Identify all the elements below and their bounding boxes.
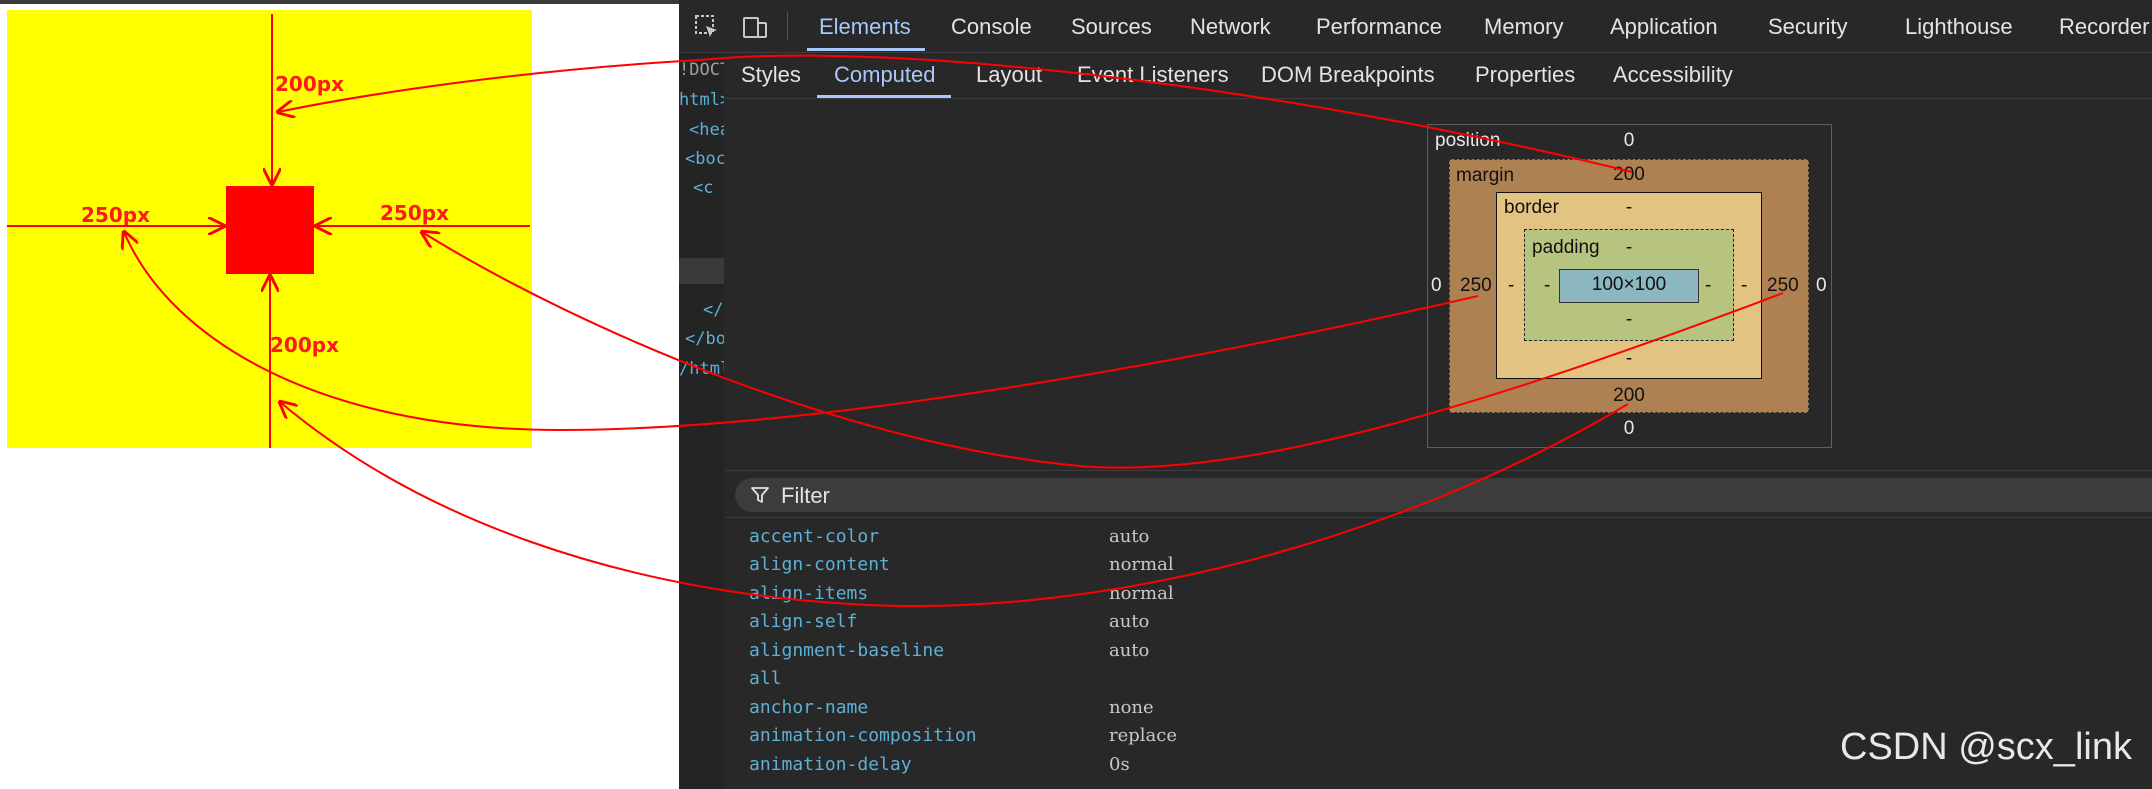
dom-tree: !DOCT html> <hea <boc <c </ </bo /html bbox=[679, 50, 724, 789]
tab-elements[interactable]: Elements bbox=[819, 14, 911, 40]
dom-node[interactable]: <hea bbox=[689, 120, 724, 140]
active-subtab-indicator bbox=[817, 95, 951, 98]
property-value: auto bbox=[1109, 640, 1150, 661]
dom-node[interactable]: /html bbox=[679, 359, 724, 379]
border-bottom-value[interactable]: - bbox=[1626, 348, 1632, 370]
property-value: none bbox=[1109, 697, 1154, 718]
property-name[interactable]: align-self bbox=[749, 611, 857, 632]
margin-right-value[interactable]: 250 bbox=[1767, 275, 1799, 297]
margin-bottom-value[interactable]: 200 bbox=[1613, 385, 1645, 407]
subtab-properties[interactable]: Properties bbox=[1475, 62, 1575, 88]
section-divider bbox=[725, 517, 2152, 518]
property-value: normal bbox=[1109, 554, 1174, 575]
device-toolbar-icon[interactable] bbox=[741, 13, 769, 41]
active-tab-indicator bbox=[807, 48, 925, 51]
tab-recorder[interactable]: Recorder bbox=[2059, 14, 2149, 40]
devtools-panel bbox=[679, 0, 2152, 789]
border-right-value[interactable]: - bbox=[1741, 275, 1747, 297]
subtab-dom-breakpoints[interactable]: DOM Breakpoints bbox=[1261, 62, 1435, 88]
section-divider bbox=[725, 470, 2152, 471]
browser-edge bbox=[0, 0, 680, 4]
dom-selected-row[interactable] bbox=[679, 258, 724, 284]
border-left-value[interactable]: - bbox=[1508, 275, 1514, 297]
tab-memory[interactable]: Memory bbox=[1484, 14, 1563, 40]
property-value: normal bbox=[1109, 583, 1174, 604]
filter-input[interactable]: Filter bbox=[781, 483, 830, 509]
subtab-accessibility[interactable]: Accessibility bbox=[1613, 62, 1733, 88]
toolbar-separator bbox=[787, 12, 788, 40]
margin-right-label: 250px bbox=[380, 201, 449, 225]
centered-box bbox=[226, 186, 314, 274]
margin-left-label: 250px bbox=[81, 203, 150, 227]
padding-left-value[interactable]: - bbox=[1544, 275, 1550, 297]
property-name[interactable]: align-content bbox=[749, 554, 890, 575]
dom-node[interactable]: !DOCT bbox=[679, 60, 724, 80]
tab-lighthouse[interactable]: Lighthouse bbox=[1905, 14, 2013, 40]
subtab-computed[interactable]: Computed bbox=[834, 62, 936, 88]
tab-performance[interactable]: Performance bbox=[1316, 14, 1442, 40]
padding-right-value[interactable]: - bbox=[1705, 275, 1711, 297]
tab-sources[interactable]: Sources bbox=[1071, 14, 1152, 40]
position-right-value: 0 bbox=[1816, 275, 1827, 296]
devtools-main-tabs: Elements Console Sources Network Perform… bbox=[679, 0, 2152, 53]
property-value: auto bbox=[1109, 526, 1150, 547]
property-name[interactable]: accent-color bbox=[749, 526, 879, 547]
position-top-value: 0 bbox=[1623, 130, 1635, 151]
property-name[interactable]: anchor-name bbox=[749, 697, 868, 718]
property-value: replace bbox=[1109, 725, 1178, 746]
margin-top-value[interactable]: 200 bbox=[1613, 164, 1645, 186]
padding-bottom-value[interactable]: - bbox=[1626, 309, 1632, 331]
dom-node[interactable]: html> bbox=[679, 90, 724, 110]
dom-node[interactable]: </bo bbox=[685, 329, 724, 349]
subtab-event-listeners[interactable]: Event Listeners bbox=[1077, 62, 1229, 88]
dom-node[interactable]: </ bbox=[703, 300, 723, 320]
property-name[interactable]: animation-composition bbox=[749, 725, 977, 746]
inspect-element-icon[interactable] bbox=[693, 13, 721, 41]
property-value: 0s bbox=[1109, 754, 1130, 775]
property-name[interactable]: animation-delay bbox=[749, 754, 912, 775]
filter-bar[interactable]: Filter bbox=[735, 478, 2152, 512]
subtab-styles[interactable]: Styles bbox=[741, 62, 801, 88]
property-name[interactable]: all bbox=[749, 668, 782, 689]
tab-console[interactable]: Console bbox=[951, 14, 1032, 40]
tab-security[interactable]: Security bbox=[1768, 14, 1847, 40]
elements-sub-tabs: Styles Computed Layout Event Listeners D… bbox=[725, 52, 2152, 99]
property-name[interactable]: alignment-baseline bbox=[749, 640, 944, 661]
position-left-value: 0 bbox=[1431, 275, 1442, 296]
tab-application[interactable]: Application bbox=[1610, 14, 1718, 40]
padding-label: padding bbox=[1532, 237, 1600, 258]
border-label: border bbox=[1504, 197, 1559, 218]
dom-node[interactable]: <c bbox=[693, 178, 713, 198]
margin-bottom-label: 200px bbox=[270, 333, 339, 357]
filter-icon bbox=[751, 487, 769, 503]
padding-top-value[interactable]: - bbox=[1626, 237, 1632, 259]
margin-label: margin bbox=[1456, 165, 1515, 186]
border-top-value[interactable]: - bbox=[1626, 197, 1632, 219]
position-label: position bbox=[1435, 130, 1501, 151]
property-name[interactable]: align-items bbox=[749, 583, 868, 604]
margin-top-label: 200px bbox=[275, 72, 344, 96]
subtab-layout[interactable]: Layout bbox=[976, 62, 1042, 88]
content-size[interactable]: 100×100 bbox=[1592, 274, 1667, 296]
property-value: auto bbox=[1109, 611, 1150, 632]
watermark: CSDN @scx_link bbox=[1840, 726, 2132, 768]
position-bottom-value: 0 bbox=[1623, 418, 1635, 439]
margin-left-value[interactable]: 250 bbox=[1460, 275, 1492, 297]
tab-network[interactable]: Network bbox=[1190, 14, 1271, 40]
dom-node[interactable]: <boc bbox=[685, 149, 724, 169]
